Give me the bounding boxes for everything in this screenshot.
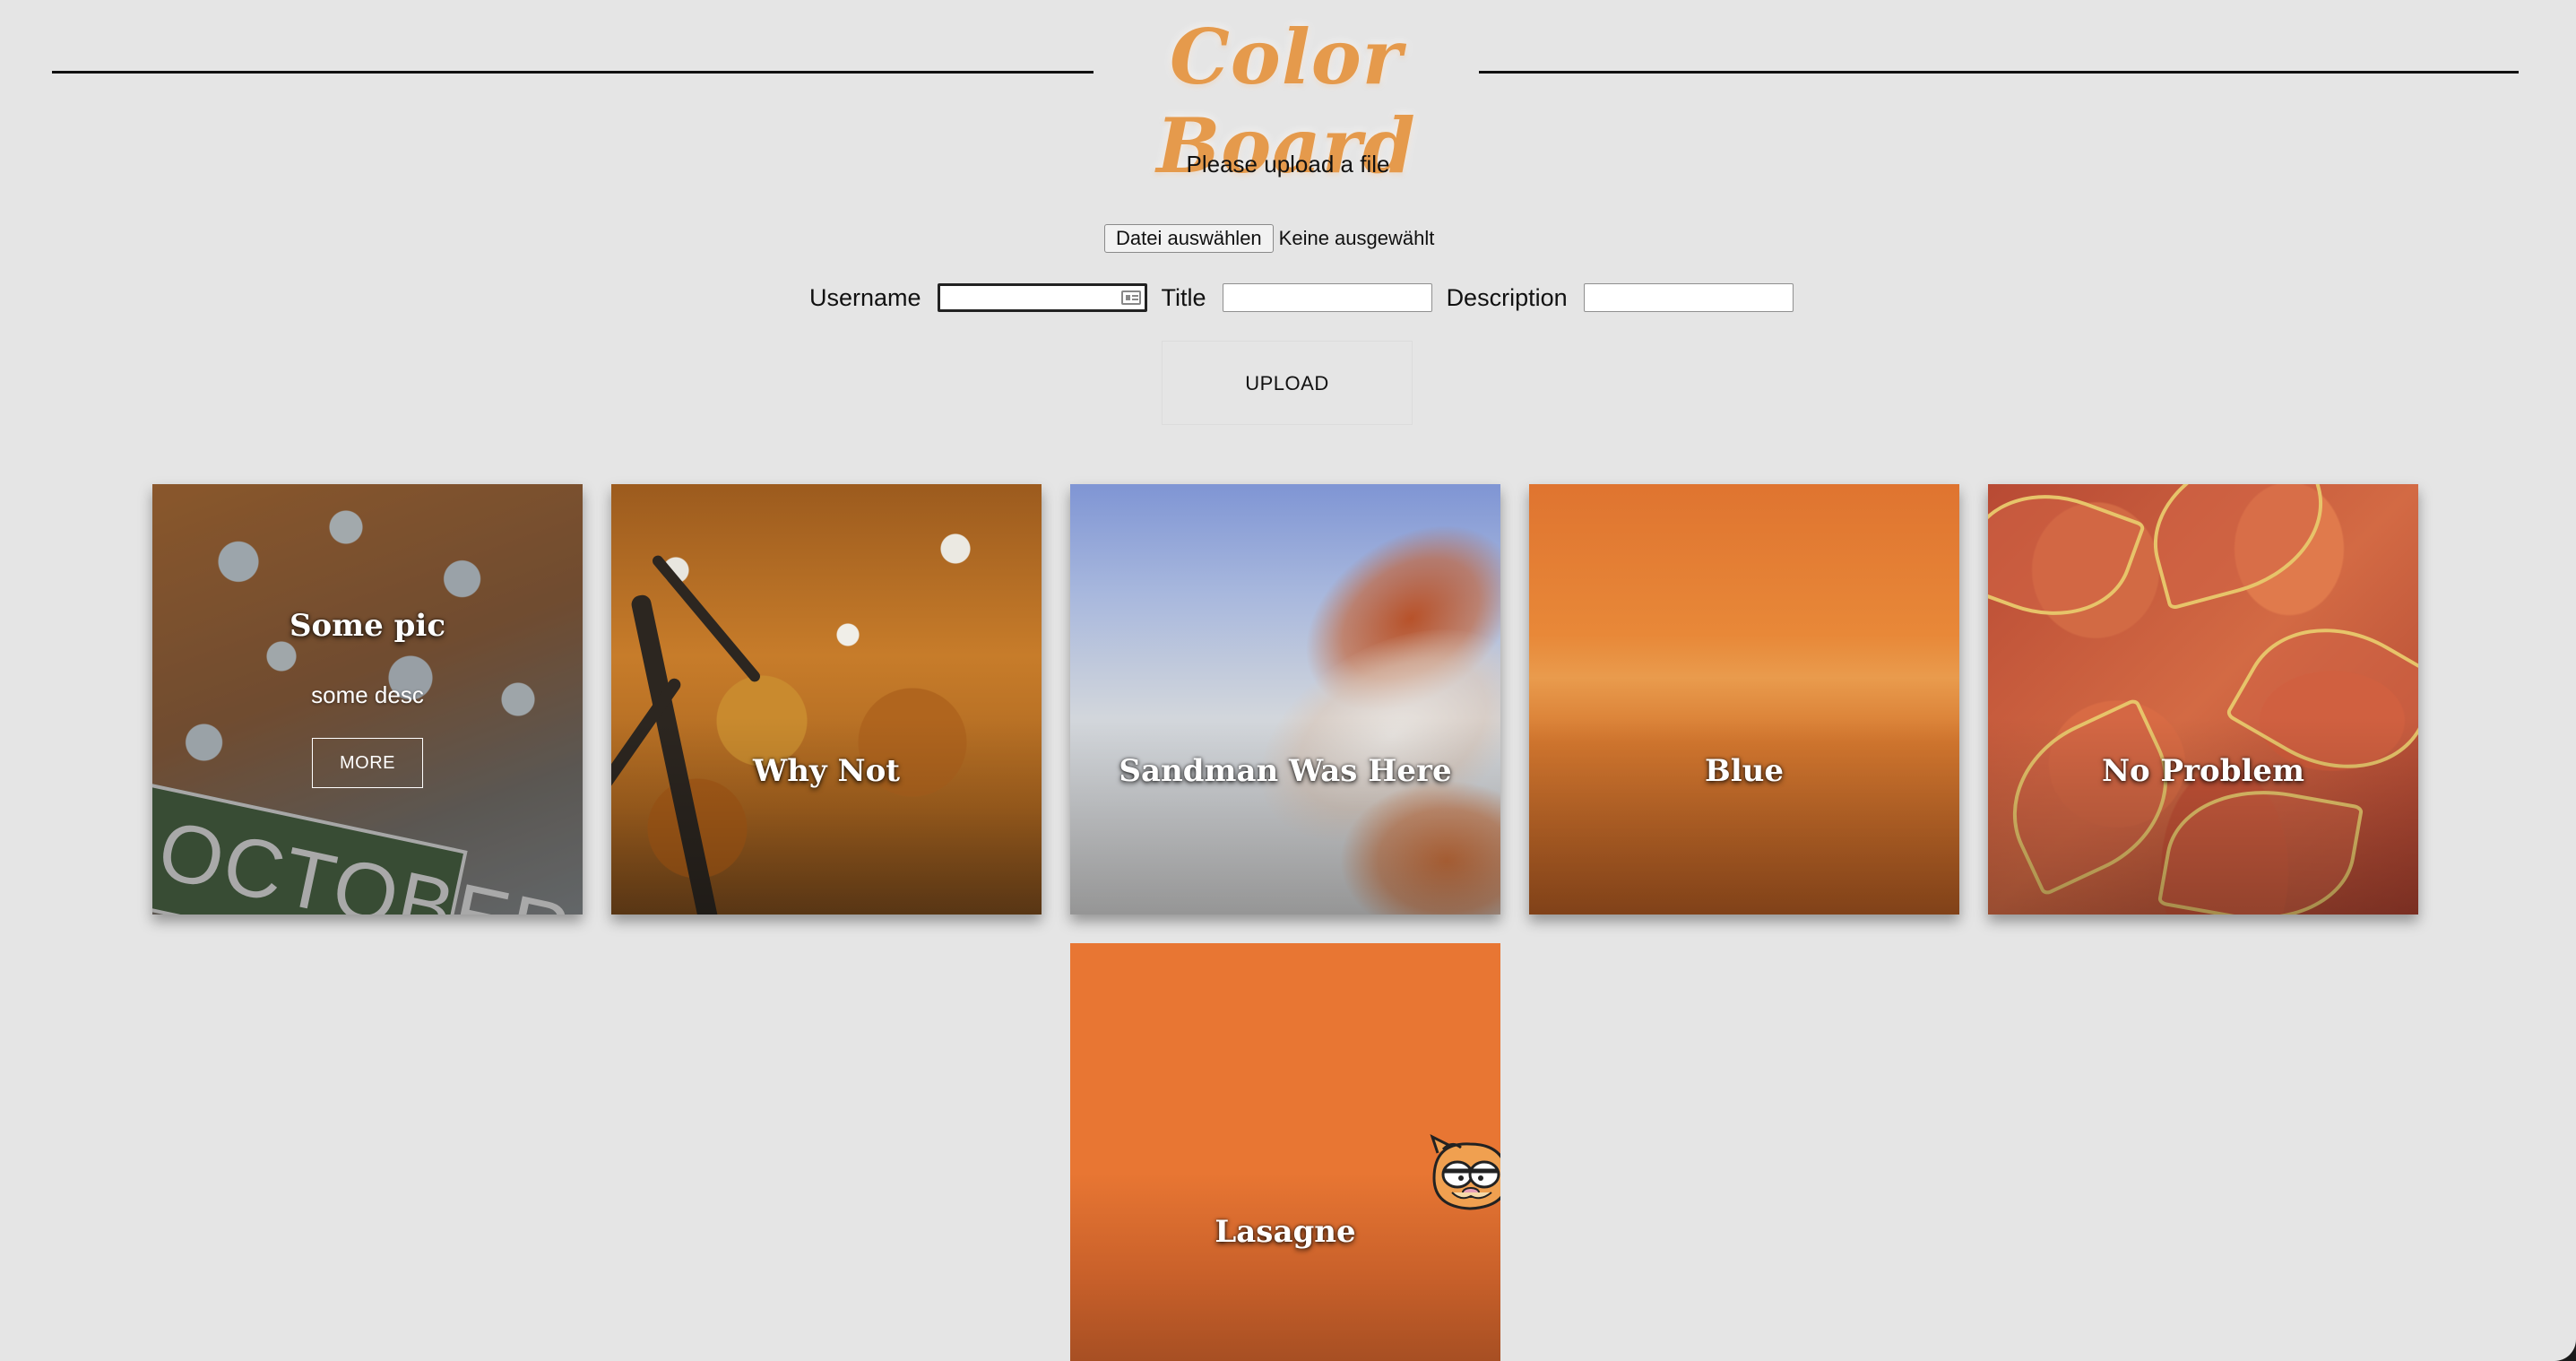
gallery-card-blue[interactable]: Blue [1529, 484, 1959, 915]
gallery-card-some-pic[interactable]: OCTOBER Some pic some desc MORE [152, 484, 583, 915]
card-title: No Problem [2101, 753, 2305, 789]
card-title: Sandman Was Here [1119, 753, 1452, 789]
leaf-image [2135, 484, 2341, 611]
more-button[interactable]: MORE [312, 738, 423, 788]
leaf-image [1988, 484, 2147, 641]
contact-card-icon[interactable] [1120, 290, 1141, 305]
username-field[interactable] [937, 283, 1147, 312]
upload-prompt: Please upload a file [1186, 151, 1390, 178]
gallery-card-why-not[interactable]: Why Not [611, 484, 1042, 915]
gallery-card-no-problem[interactable]: No Problem [1988, 484, 2418, 915]
choose-file-button[interactable]: Datei auswählen [1104, 224, 1274, 253]
tree-branch-image [650, 553, 763, 684]
card-title: Lasagne [1215, 1214, 1356, 1250]
card-title: Why Not [753, 753, 900, 789]
card-shade [1070, 717, 1500, 915]
card-shade [611, 717, 1042, 915]
card-description: some desc [311, 681, 424, 708]
gallery-card-lasagne[interactable]: Lasagne [1070, 943, 1500, 1361]
upload-fields: Username Title Description [809, 282, 1808, 314]
file-status-text: Keine ausgewählt [1278, 227, 1435, 249]
title-label: Title [1161, 283, 1206, 311]
header-rule-left [52, 71, 1094, 74]
gallery-card-sandman-was-here[interactable]: Sandman Was Here [1070, 484, 1500, 915]
card-title: Some pic [289, 608, 446, 644]
card-title: Blue [1704, 753, 1784, 789]
header: Color Board [0, 0, 2576, 190]
username-label: Username [809, 283, 921, 311]
card-shade [1529, 717, 1959, 915]
header-rule-right [1479, 71, 2519, 74]
upload-button[interactable]: UPLOAD [1162, 341, 1413, 425]
card-shade [1988, 717, 2418, 915]
title-field[interactable] [1222, 283, 1432, 312]
garfield-image [1430, 1134, 1500, 1210]
file-picker: Datei auswählen Keine ausgewählt [1104, 223, 1434, 254]
description-label: Description [1446, 283, 1568, 311]
description-field[interactable] [1583, 283, 1794, 312]
page: Color Board Please upload a file Datei a… [0, 0, 2576, 1361]
